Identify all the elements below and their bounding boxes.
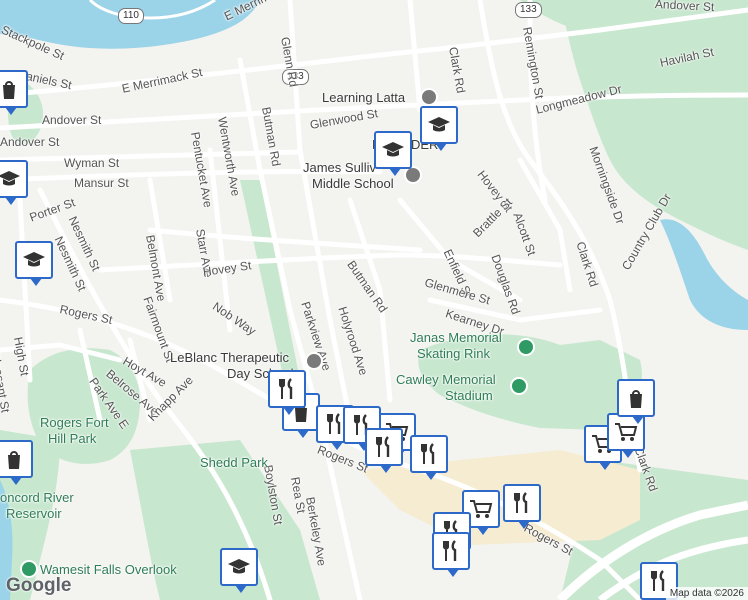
school-marker[interactable] bbox=[15, 241, 53, 286]
poi-stadium-line2[interactable]: Stadium bbox=[445, 388, 493, 403]
poi-stadium-line1[interactable]: Cawley Memorial bbox=[396, 372, 496, 387]
poi-shedd-park[interactable]: Shedd Park bbox=[200, 455, 268, 470]
restaurant-marker[interactable] bbox=[268, 370, 306, 415]
poi-dot[interactable] bbox=[305, 352, 323, 370]
bag-marker[interactable] bbox=[0, 70, 28, 115]
street-label: Mansur St bbox=[74, 176, 129, 190]
school-icon bbox=[228, 559, 250, 574]
bag-marker[interactable] bbox=[617, 379, 655, 424]
fork-knife-icon bbox=[421, 443, 435, 464]
school-icon bbox=[0, 171, 20, 186]
poi-concord-line1[interactable]: oncord River bbox=[0, 490, 74, 505]
school-marker[interactable] bbox=[0, 160, 28, 205]
fork-knife-icon bbox=[514, 492, 528, 513]
fork-knife-icon bbox=[376, 436, 390, 457]
restaurant-marker[interactable] bbox=[432, 532, 470, 577]
school-icon bbox=[382, 142, 404, 157]
poi-rogers-fort-line2[interactable]: Hill Park bbox=[48, 431, 96, 446]
restaurant-marker[interactable] bbox=[503, 484, 541, 529]
poi-school-line2[interactable]: Middle School bbox=[312, 176, 394, 191]
street-label: Andover St bbox=[0, 135, 60, 149]
bag-icon bbox=[630, 390, 642, 408]
poi-dot[interactable] bbox=[420, 88, 438, 106]
restaurant-marker[interactable] bbox=[410, 435, 448, 480]
poi-rogers-fort-line1[interactable]: Rogers Fort bbox=[40, 415, 109, 430]
poi-rink-line1[interactable]: Janas Memorial bbox=[410, 330, 502, 345]
route-shield: 133 bbox=[515, 2, 542, 18]
google-logo: Google bbox=[6, 575, 72, 596]
map-attribution[interactable]: Map data ©2026 bbox=[665, 587, 748, 600]
cart-icon bbox=[470, 500, 493, 518]
street-label: Andover St bbox=[42, 113, 102, 127]
school-marker[interactable] bbox=[374, 131, 412, 176]
school-marker[interactable] bbox=[220, 548, 258, 593]
bag-icon bbox=[3, 81, 15, 99]
bag-marker[interactable] bbox=[0, 440, 33, 485]
map-canvas[interactable]: 110 133 133 Andover St Stackpole St E Me… bbox=[0, 0, 748, 600]
fork-knife-icon bbox=[279, 378, 293, 399]
school-icon bbox=[23, 252, 45, 267]
poi-rink-line2[interactable]: Skating Rink bbox=[417, 346, 490, 361]
poi-learning-latta[interactable]: Learning Latta bbox=[322, 90, 405, 105]
poi-dot[interactable] bbox=[510, 377, 528, 395]
route-shield: 110 bbox=[118, 8, 144, 24]
poi-leblanc-line1[interactable]: LeBlanc Therapeutic bbox=[170, 350, 289, 365]
school-icon bbox=[428, 117, 450, 132]
street-label: Wyman St bbox=[64, 156, 120, 170]
bag-icon bbox=[8, 451, 20, 469]
school-marker[interactable] bbox=[420, 106, 458, 151]
poi-dot[interactable] bbox=[517, 338, 535, 356]
fork-knife-icon bbox=[443, 540, 457, 561]
restaurant-marker[interactable] bbox=[365, 428, 403, 473]
poi-school-line1[interactable]: James Sulliv bbox=[303, 160, 376, 175]
poi-concord-line2[interactable]: Reservoir bbox=[6, 506, 62, 521]
